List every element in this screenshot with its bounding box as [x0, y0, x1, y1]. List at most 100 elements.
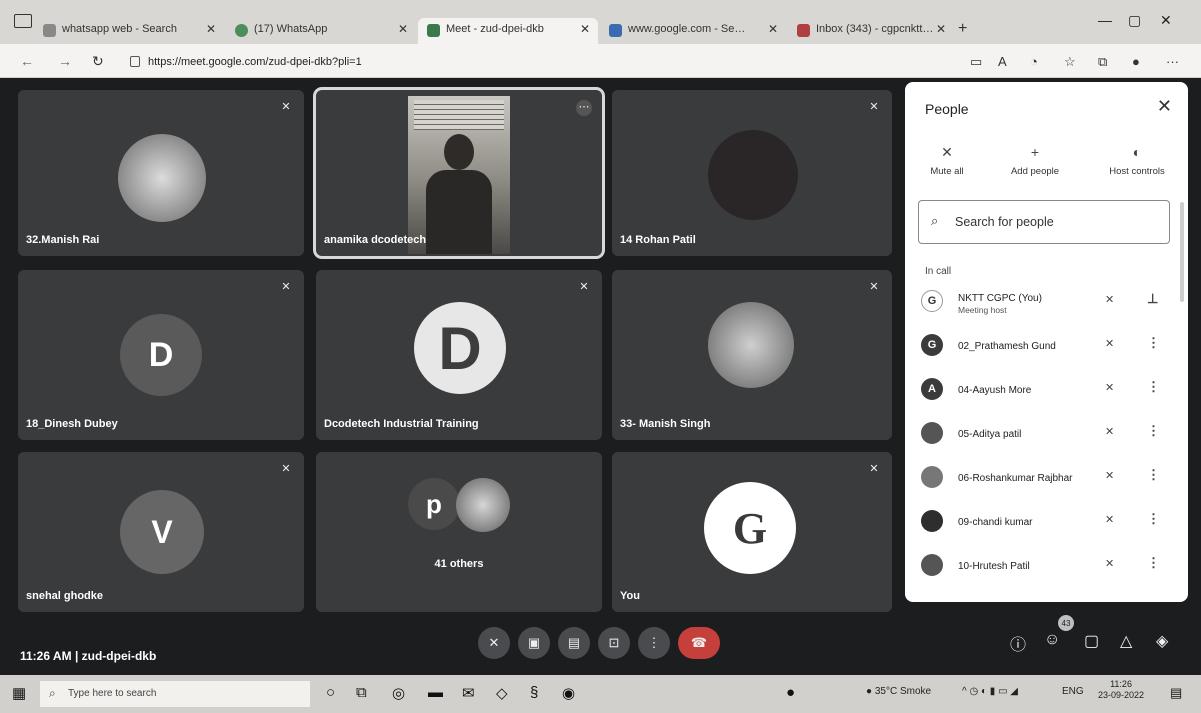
cortana-icon[interactable]: ○	[326, 684, 335, 701]
participant-row[interactable]: G NKTT CGPC (You) Meeting host ✕ ⊥	[905, 284, 1188, 324]
windows-start-icon[interactable]: ▦	[12, 684, 26, 702]
host-controls-button[interactable]: ◐ Host controls	[1089, 144, 1185, 177]
present-button[interactable]: ⊡	[598, 627, 630, 659]
edge-icon[interactable]: ◎	[392, 684, 405, 702]
clock[interactable]: 11:26 23-09-2022	[1098, 679, 1144, 701]
minimize-icon[interactable]: —	[1098, 12, 1112, 28]
video-feed	[408, 96, 510, 254]
window-close-icon[interactable]: ✕	[1160, 12, 1172, 29]
app-icon[interactable]: §	[530, 684, 538, 701]
more-options-icon[interactable]: ⋮	[1147, 511, 1160, 527]
more-options-button[interactable]: ⋮	[638, 627, 670, 659]
captions-button[interactable]: ▤	[558, 627, 590, 659]
add-people-button[interactable]: + Add people	[995, 144, 1075, 177]
weather-widget[interactable]: ● 35°C Smoke	[866, 686, 931, 697]
mail-icon[interactable]: ✉	[462, 684, 475, 702]
close-tab-icon[interactable]: ✕	[768, 22, 778, 36]
chat-icon[interactable]: ▢	[1084, 631, 1099, 651]
muted-mic-icon[interactable]: ✕	[1105, 293, 1114, 306]
participant-row[interactable]: G 02_Prathamesh Gund ✕ ⋮	[905, 328, 1188, 368]
search-icon: ⌕	[931, 213, 939, 228]
people-icon[interactable]: ☺	[1044, 631, 1060, 649]
more-menu-icon[interactable]: ···	[1166, 54, 1179, 69]
extensions-icon[interactable]: ◔	[1030, 54, 1038, 69]
participant-row[interactable]: 10-Hrutesh Patil ✕ ⋮	[905, 548, 1188, 588]
language-indicator[interactable]: ENG	[1062, 686, 1084, 697]
camera-toggle-button[interactable]: ▣	[518, 627, 550, 659]
back-icon[interactable]: ←	[20, 53, 34, 69]
camera-icon[interactable]: ▭	[970, 54, 982, 70]
others-tile[interactable]: p 41 others	[316, 452, 602, 612]
close-panel-icon[interactable]: ✕	[1157, 96, 1172, 117]
participant-tile: ✕ 33- Manish Singh	[612, 270, 892, 440]
mute-all-button[interactable]: ✕ Mute all	[907, 144, 987, 177]
tab-meet[interactable]: Meet - zud-dpei-dkb ✕	[418, 18, 598, 44]
participant-row[interactable]: 06-Roshankumar Rajbhar ✕ ⋮	[905, 460, 1188, 500]
close-tab-icon[interactable]: ✕	[398, 22, 408, 36]
participant-tile: ✕ 32.Manish Rai	[18, 90, 304, 256]
tab-whatsapp-search[interactable]: whatsapp web - Search ✕	[34, 18, 224, 44]
muted-mic-icon[interactable]: ✕	[1105, 337, 1114, 350]
read-aloud-icon[interactable]: A	[998, 54, 1007, 69]
video-background-poster	[414, 100, 504, 130]
window-menu-icon[interactable]	[14, 14, 32, 28]
search-people-input[interactable]: ⌕ Search for people	[918, 200, 1170, 244]
muted-mic-icon[interactable]: ✕	[1105, 557, 1114, 570]
forward-icon[interactable]: →	[58, 53, 72, 69]
profile-icon[interactable]: ●	[1132, 54, 1140, 69]
app-icon[interactable]: ●	[786, 684, 795, 701]
muted-mic-icon: ✕	[869, 101, 879, 113]
tab-google-search[interactable]: www.google.com - Search ✕	[600, 18, 786, 44]
whatsapp-icon[interactable]: ◉	[562, 684, 575, 702]
people-count-badge: 43	[1058, 615, 1074, 631]
leave-call-button[interactable]: ☎	[678, 627, 720, 659]
more-options-icon[interactable]: ⋮	[1147, 467, 1160, 483]
muted-mic-icon[interactable]: ✕	[1105, 381, 1114, 394]
participant-row[interactable]: 09-chandi kumar ✕ ⋮	[905, 504, 1188, 544]
host-controls-icon[interactable]: ◈	[1156, 631, 1168, 651]
maximize-icon[interactable]: ▢	[1128, 12, 1141, 29]
browser-tab-bar: whatsapp web - Search ✕ (17) WhatsApp ✕ …	[0, 0, 1201, 44]
dropbox-icon[interactable]: ◇	[496, 684, 508, 702]
muted-mic-icon[interactable]: ✕	[1105, 425, 1114, 438]
tab-whatsapp[interactable]: (17) WhatsApp ✕	[226, 18, 416, 44]
muted-mic-icon: ✕	[281, 463, 291, 475]
pin-icon[interactable]: ⊥	[1147, 291, 1158, 307]
system-tray-icons[interactable]: ^ ◷ ◐ ▮ ▭ ◢	[962, 686, 1018, 697]
participant-row[interactable]: 05-Aditya patil ✕ ⋮	[905, 416, 1188, 456]
meet-stage: ✕ 32.Manish Rai ⋯ anamika dcodetech ✕ 14…	[0, 78, 1201, 675]
more-options-icon[interactable]: ⋮	[1147, 335, 1160, 351]
taskbar-search-input[interactable]: ⌕ Type here to search	[40, 681, 310, 707]
tab-gmail[interactable]: Inbox (343) - cgpcnktt@gmail.co ✕	[788, 18, 954, 44]
muted-mic-icon[interactable]: ✕	[1105, 513, 1114, 526]
mic-toggle-button[interactable]: ✕	[478, 627, 510, 659]
task-view-icon[interactable]: ⧉	[356, 684, 367, 701]
activities-icon[interactable]: △	[1120, 631, 1132, 651]
close-tab-icon[interactable]: ✕	[936, 22, 946, 36]
close-tab-icon[interactable]: ✕	[580, 22, 590, 36]
reload-icon[interactable]: ↻	[92, 53, 104, 70]
others-count-label: 41 others	[434, 558, 484, 570]
muted-mic-icon[interactable]: ✕	[1105, 469, 1114, 482]
url-field[interactable]: https://meet.google.com/zud-dpei-dkb?pli…	[128, 52, 628, 72]
more-options-icon[interactable]: ⋮	[1147, 379, 1160, 395]
more-options-icon[interactable]: ⋮	[1147, 555, 1160, 571]
favorites-star-icon[interactable]: ☆	[1064, 54, 1076, 70]
participant-row[interactable]: A 04-Aayush More ✕ ⋮	[905, 372, 1188, 412]
profile-photo	[118, 134, 206, 222]
meeting-info: 11:26 AM | zud-dpei-dkb	[20, 649, 157, 663]
weather-icon: ●	[866, 686, 873, 697]
new-tab-button[interactable]: +	[958, 20, 967, 38]
participant-tile: D ✕ 18_Dinesh Dubey	[18, 270, 304, 440]
collections-icon[interactable]: ⧉	[1098, 54, 1107, 70]
meeting-details-icon[interactable]: ⓘ	[1010, 631, 1026, 655]
file-explorer-icon[interactable]: ▬	[428, 684, 443, 701]
more-options-icon[interactable]: ⋮	[1147, 423, 1160, 439]
close-tab-icon[interactable]: ✕	[206, 22, 216, 36]
bing-icon	[43, 24, 56, 37]
muted-mic-icon: ✕	[281, 101, 291, 113]
avatar-initial: p	[408, 478, 460, 530]
notifications-icon[interactable]: ▤	[1170, 685, 1182, 701]
participant-tile: V ✕ snehal ghodke	[18, 452, 304, 612]
muted-mic-icon: ✕	[869, 463, 879, 475]
